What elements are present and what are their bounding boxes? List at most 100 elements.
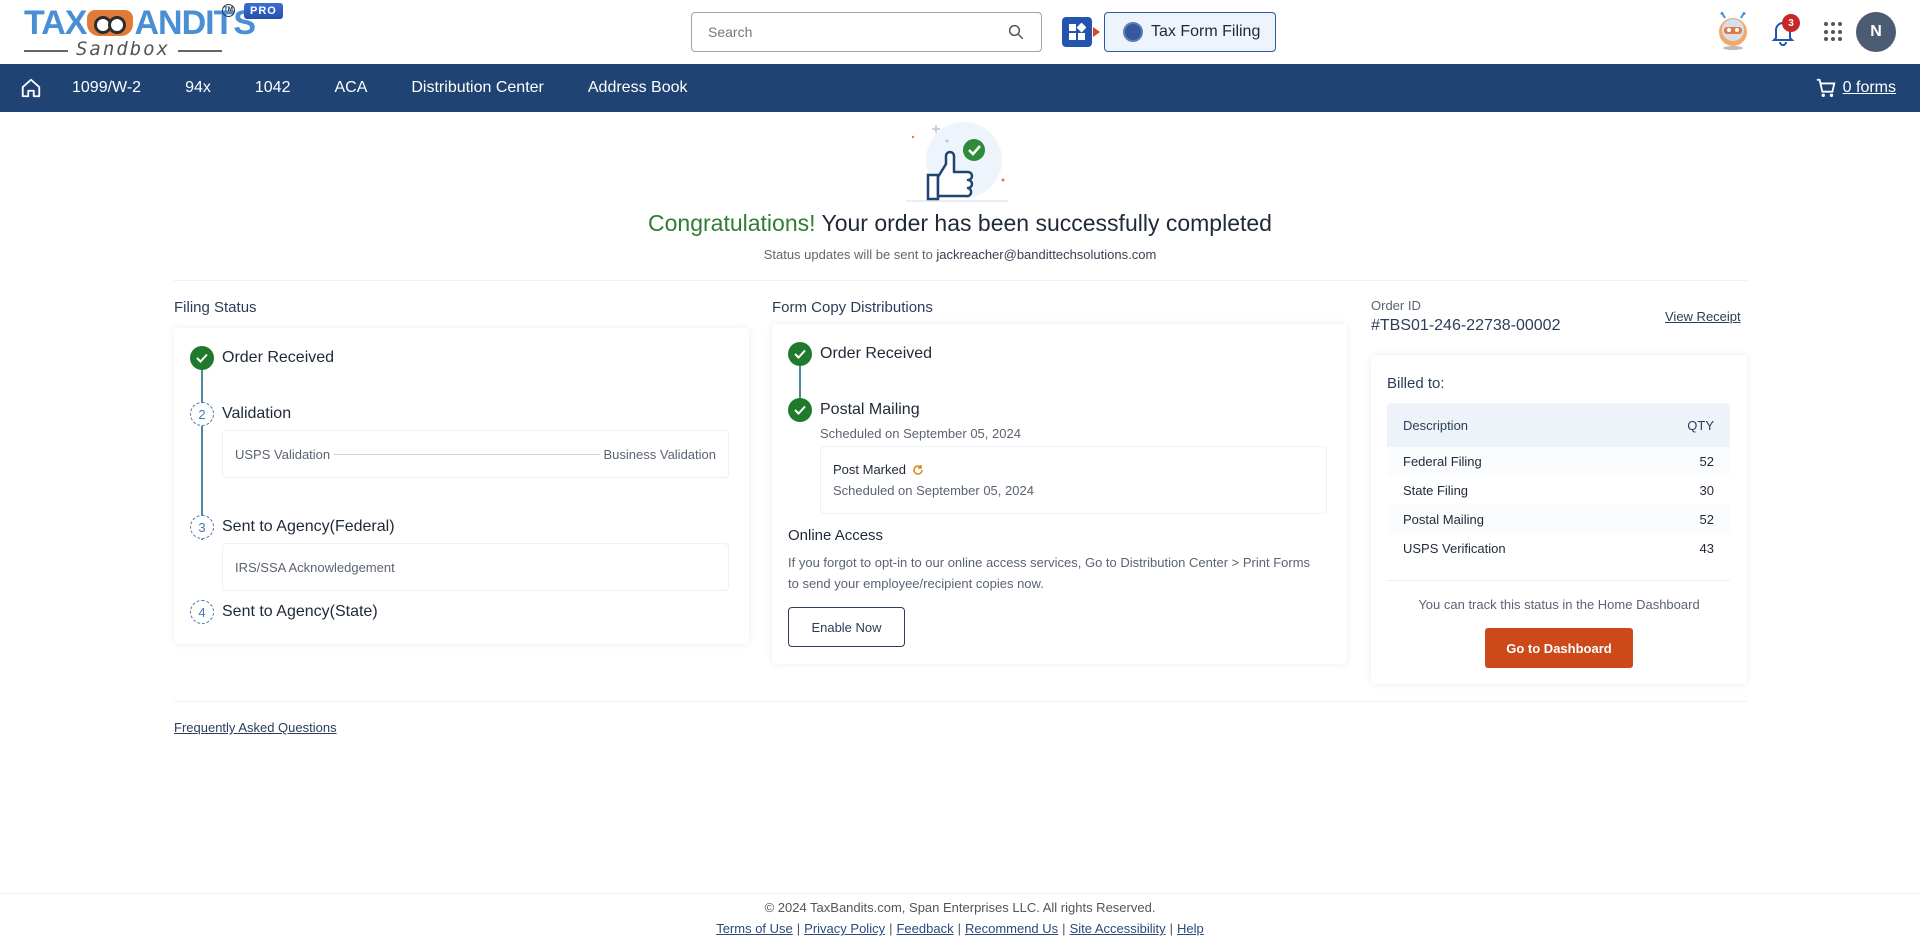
validation-substeps: USPS Validation Business Validation xyxy=(222,430,729,478)
business-validation-label: Business Validation xyxy=(603,446,717,462)
postal-mailing-schedule: Scheduled on September 05, 2024 xyxy=(820,426,1021,441)
row-qty: 52 xyxy=(1699,454,1714,469)
nav-item-1099-w2[interactable]: 1099/W-2 xyxy=(72,79,141,97)
table-row: Postal Mailing 52 xyxy=(1387,505,1730,534)
step-label: Order Received xyxy=(222,349,335,366)
main-nav: 1099/W-2 94x 1042 ACA Distribution Cente… xyxy=(0,64,1920,112)
user-avatar[interactable]: N xyxy=(1856,12,1896,52)
col-qty: QTY xyxy=(1687,417,1714,433)
filing-status-title: Filing Status xyxy=(174,299,257,316)
view-receipt-link[interactable]: View Receipt xyxy=(1665,309,1741,324)
order-id-value: #TBS01-246-22738-00002 xyxy=(1371,317,1561,334)
billing-table: Description QTY Federal Filing 52 State F… xyxy=(1387,403,1730,563)
form-copy-distributions-title: Form Copy Distributions xyxy=(772,299,933,316)
track-status-note: You can track this status in the Home Da… xyxy=(1418,597,1700,612)
top-header: TAX ANDITS TM Sandbox PRO Tax Form Filing… xyxy=(0,0,1920,64)
separator: | xyxy=(889,921,893,936)
search-input[interactable] xyxy=(708,24,1007,40)
page-footer: © 2024 TaxBandits.com, Span Enterprises … xyxy=(0,893,1920,936)
online-access-text: If you forgot to opt-in to our online ac… xyxy=(788,555,1311,591)
step-number-3: 3 xyxy=(190,515,214,539)
recommend-us-link[interactable]: Recommend Us xyxy=(965,921,1058,936)
filing-status-card: Order Received 2 Validation USPS Validat… xyxy=(174,328,749,644)
step-label: Order Received xyxy=(820,345,933,362)
filing-step-order-received: Order Received xyxy=(190,346,334,370)
cart-forms-link[interactable]: 0 forms xyxy=(1843,79,1896,97)
check-circle-icon xyxy=(190,346,214,370)
table-row: USPS Verification 43 xyxy=(1387,534,1730,563)
row-description: USPS Verification xyxy=(1403,541,1506,556)
filing-step-state: 4 Sent to Agency(State) xyxy=(190,600,378,624)
chatbot-icon[interactable] xyxy=(1716,12,1750,50)
nav-item-1042[interactable]: 1042 xyxy=(255,79,291,97)
success-title-text: Your order has been successfully complet… xyxy=(815,210,1272,236)
owl-mask-icon xyxy=(87,10,134,36)
order-id-label: Order ID xyxy=(1371,298,1421,313)
billed-to-label: Billed to: xyxy=(1387,375,1445,392)
go-to-dashboard-button[interactable]: Go to Dashboard xyxy=(1485,628,1633,668)
nav-item-distribution-center[interactable]: Distribution Center xyxy=(411,79,544,97)
separator: | xyxy=(1169,921,1174,936)
thumbs-up-success-illustration xyxy=(906,122,1008,202)
row-description: Federal Filing xyxy=(1403,454,1482,469)
search-icon[interactable] xyxy=(1007,23,1025,41)
row-qty: 43 xyxy=(1699,541,1714,556)
status-note-prefix: Status updates will be sent to xyxy=(763,247,937,262)
help-link[interactable]: Help xyxy=(1177,921,1204,936)
filing-step-validation: 2 Validation xyxy=(190,402,291,426)
row-description: Postal Mailing xyxy=(1403,512,1484,527)
success-heading: Congratulations! Your order has been suc… xyxy=(0,210,1920,237)
timeline-line xyxy=(201,360,203,540)
step-number-4: 4 xyxy=(190,600,214,624)
post-marked-label: Post Marked xyxy=(833,462,906,477)
step-label: Sent to Agency(State) xyxy=(222,603,378,620)
faq-link[interactable]: Frequently Asked Questions xyxy=(174,720,337,735)
separator: | xyxy=(796,921,801,936)
refresh-icon[interactable] xyxy=(912,464,924,476)
post-marked-box: Post Marked Scheduled on September 05, 2… xyxy=(820,446,1327,514)
status-email: jackreacher@bandittechsolutions.com xyxy=(936,247,1157,262)
site-accessibility-link[interactable]: Site Accessibility xyxy=(1070,921,1166,936)
online-access-title: Online Access xyxy=(788,527,884,544)
enable-now-button[interactable]: Enable Now xyxy=(788,607,905,647)
divider xyxy=(174,701,1747,702)
check-circle-icon xyxy=(788,398,812,422)
trademark-icon: TM xyxy=(222,4,235,17)
billing-card: Billed to: Description QTY Federal Filin… xyxy=(1371,355,1747,684)
divider xyxy=(174,280,1747,281)
divider xyxy=(1387,580,1730,581)
separator: | xyxy=(1062,921,1066,936)
tax-form-filing-button[interactable]: Tax Form Filing xyxy=(1104,12,1276,52)
nav-item-address-book[interactable]: Address Book xyxy=(588,79,688,97)
notification-count-badge: 3 xyxy=(1782,14,1800,32)
apps-icon xyxy=(1069,23,1086,40)
row-description: State Filing xyxy=(1403,483,1469,498)
apps-grid-icon[interactable] xyxy=(1824,22,1844,42)
progress-connector xyxy=(334,453,600,455)
row-qty: 52 xyxy=(1699,512,1714,527)
table-header: Description QTY xyxy=(1387,403,1730,447)
nav-item-94x[interactable]: 94x xyxy=(185,79,211,97)
check-circle-icon xyxy=(788,342,812,366)
col-description: Description xyxy=(1403,417,1469,433)
irs-ssa-ack-label: IRS/SSA Acknowledgement xyxy=(235,559,395,575)
home-icon[interactable] xyxy=(20,77,42,99)
app-switcher-button[interactable] xyxy=(1062,17,1100,47)
status-email-note: Status updates will be sent to jackreach… xyxy=(0,247,1920,262)
usps-validation-label: USPS Validation xyxy=(235,446,331,462)
step-label: Postal Mailing xyxy=(820,401,920,418)
post-marked-schedule: Scheduled on September 05, 2024 xyxy=(833,483,1034,498)
row-qty: 30 xyxy=(1699,483,1714,498)
footer-links: Terms of Use | Privacy Policy | Feedback | Rec… xyxy=(0,921,1920,936)
search-box[interactable] xyxy=(691,12,1042,52)
step-label: Sent to Agency(Federal) xyxy=(222,518,395,535)
table-body: Federal Filing 52 State Filing 30 Postal M… xyxy=(1387,447,1730,563)
table-row: State Filing 30 xyxy=(1387,476,1730,505)
copyright-text: © 2024 TaxBandits.com, Span Enterprises … xyxy=(764,900,1156,915)
terms-of-use-link[interactable]: Terms of Use xyxy=(716,921,793,936)
nav-item-aca[interactable]: ACA xyxy=(334,79,367,97)
cart[interactable]: 0 forms xyxy=(1815,77,1896,99)
feedback-link[interactable]: Feedback xyxy=(896,921,953,936)
privacy-policy-link[interactable]: Privacy Policy xyxy=(804,921,885,936)
congrats-text: Congratulations! xyxy=(648,210,816,236)
